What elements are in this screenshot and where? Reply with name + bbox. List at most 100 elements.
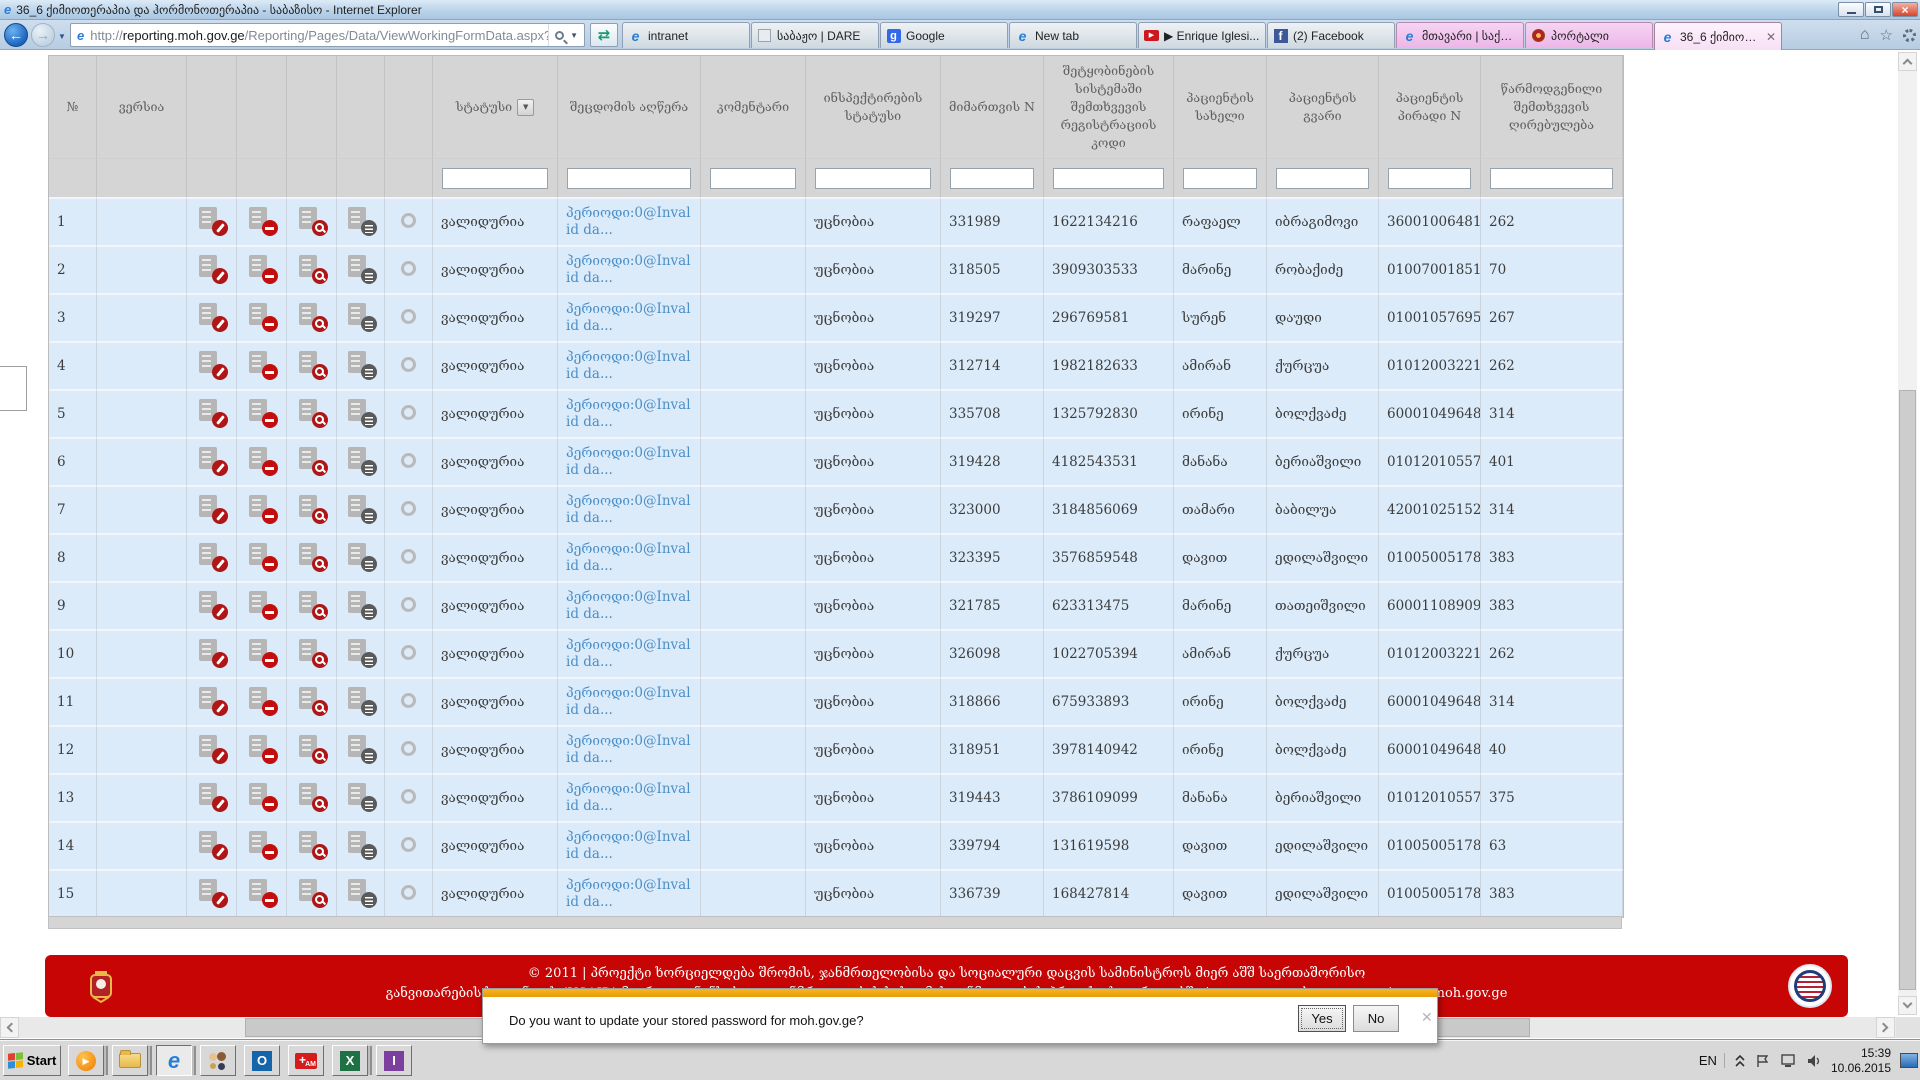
view-record-icon[interactable] xyxy=(299,399,325,425)
edit-record-icon[interactable] xyxy=(199,495,225,521)
status-filter-dropdown-icon[interactable]: ▼ xyxy=(517,99,534,116)
select-row-radio[interactable] xyxy=(401,357,416,372)
select-row-radio[interactable] xyxy=(401,597,416,612)
details-record-icon[interactable] xyxy=(348,447,374,473)
error-description-link[interactable]: პერიოდი:0@Invalid da... xyxy=(566,541,692,575)
tray-expand-chevron-icon[interactable] xyxy=(1734,1055,1746,1067)
minimize-button[interactable] xyxy=(1838,2,1864,17)
error-description-link[interactable]: პერიოდი:0@Invalid da... xyxy=(566,781,692,815)
delete-record-icon[interactable] xyxy=(249,351,275,377)
start-button[interactable]: Start xyxy=(3,1045,61,1076)
edit-record-icon[interactable] xyxy=(199,303,225,329)
details-record-icon[interactable] xyxy=(348,351,374,377)
clock[interactable]: 15:39 10.06.2015 xyxy=(1831,1046,1891,1076)
browser-tab[interactable]: eintranet xyxy=(622,22,750,48)
select-row-radio[interactable] xyxy=(401,789,416,804)
view-record-icon[interactable] xyxy=(299,879,325,905)
taskbar-app-outlook[interactable]: O xyxy=(244,1045,280,1076)
select-row-radio[interactable] xyxy=(401,549,416,564)
error-description-link[interactable]: პერიოდი:0@Invalid da... xyxy=(566,877,692,911)
details-record-icon[interactable] xyxy=(348,831,374,857)
address-bar[interactable]: e http://reporting.moh.gov.ge/Reporting/… xyxy=(70,23,585,47)
delete-record-icon[interactable] xyxy=(249,639,275,665)
edit-record-icon[interactable] xyxy=(199,735,225,761)
details-record-icon[interactable] xyxy=(348,207,374,233)
vertical-scrollbar[interactable] xyxy=(1898,52,1917,1015)
details-record-icon[interactable] xyxy=(348,783,374,809)
tab-close-icon[interactable]: ✕ xyxy=(1766,30,1776,44)
scroll-down-arrow-icon[interactable] xyxy=(1898,996,1917,1015)
edit-record-icon[interactable] xyxy=(199,831,225,857)
address-dropdown-icon[interactable]: ▼ xyxy=(570,31,578,40)
scroll-up-arrow-icon[interactable] xyxy=(1898,52,1917,71)
filter-input-inspection[interactable] xyxy=(815,168,931,189)
error-description-link[interactable]: პერიოდი:0@Invalid da... xyxy=(566,445,692,479)
delete-record-icon[interactable] xyxy=(249,735,275,761)
edit-record-icon[interactable] xyxy=(199,255,225,281)
taskbar-app-media-player[interactable]: ▶ xyxy=(68,1045,104,1076)
select-row-radio[interactable] xyxy=(401,309,416,324)
error-description-link[interactable]: პერიოდი:0@Invalid da... xyxy=(566,685,692,719)
taskbar-app-internet-explorer[interactable]: e xyxy=(156,1045,192,1076)
delete-record-icon[interactable] xyxy=(249,831,275,857)
select-row-radio[interactable] xyxy=(401,741,416,756)
view-record-icon[interactable] xyxy=(299,207,325,233)
view-record-icon[interactable] xyxy=(299,255,325,281)
details-record-icon[interactable] xyxy=(348,879,374,905)
taskbar-app-infopath[interactable]: I xyxy=(376,1045,412,1076)
select-row-radio[interactable] xyxy=(401,837,416,852)
edit-record-icon[interactable] xyxy=(199,879,225,905)
error-description-link[interactable]: პერიოდი:0@Invalid da... xyxy=(566,637,692,671)
delete-record-icon[interactable] xyxy=(249,879,275,905)
taskbar-app-file-explorer[interactable] xyxy=(112,1045,148,1076)
browser-tab[interactable]: gGoogle xyxy=(880,22,1008,48)
select-row-radio[interactable] xyxy=(401,501,416,516)
home-icon[interactable]: ⌂ xyxy=(1860,26,1870,44)
recent-pages-dropdown-icon[interactable]: ▼ xyxy=(58,32,66,41)
edit-record-icon[interactable] xyxy=(199,687,225,713)
details-record-icon[interactable] xyxy=(348,255,374,281)
url-text[interactable]: http://reporting.moh.gov.ge/Reporting/Pa… xyxy=(90,28,548,43)
view-record-icon[interactable] xyxy=(299,447,325,473)
taskbar-app-contacts[interactable] xyxy=(200,1045,236,1076)
view-record-icon[interactable] xyxy=(299,591,325,617)
filter-input-comment[interactable] xyxy=(710,168,796,189)
error-description-link[interactable]: პერიოდი:0@Invalid da... xyxy=(566,205,692,239)
dialog-close-icon[interactable]: ✕ xyxy=(1421,1009,1433,1026)
delete-record-icon[interactable] xyxy=(249,687,275,713)
details-record-icon[interactable] xyxy=(348,543,374,569)
action-center-flag-icon[interactable] xyxy=(1755,1054,1771,1068)
browser-tab[interactable]: საბაჟო | DARE xyxy=(751,22,879,48)
edit-record-icon[interactable] xyxy=(199,351,225,377)
delete-record-icon[interactable] xyxy=(249,399,275,425)
view-record-icon[interactable] xyxy=(299,783,325,809)
back-button[interactable]: ← xyxy=(4,23,28,47)
delete-record-icon[interactable] xyxy=(249,207,275,233)
details-record-icon[interactable] xyxy=(348,495,374,521)
view-record-icon[interactable] xyxy=(299,639,325,665)
details-record-icon[interactable] xyxy=(348,735,374,761)
filter-input-status[interactable] xyxy=(442,168,548,189)
browser-tab[interactable]: e36_6 ქიმიოთე...✕ xyxy=(1654,22,1782,50)
close-button[interactable]: × xyxy=(1892,2,1918,17)
error-description-link[interactable]: პერიოდი:0@Invalid da... xyxy=(566,589,692,623)
scroll-left-arrow-icon[interactable] xyxy=(0,1017,19,1038)
filter-input-error[interactable] xyxy=(567,168,691,189)
details-record-icon[interactable] xyxy=(348,591,374,617)
show-desktop-icon[interactable] xyxy=(1900,1053,1918,1068)
select-row-radio[interactable] xyxy=(401,261,416,276)
edit-record-icon[interactable] xyxy=(199,639,225,665)
taskbar-app-am-folder[interactable]: AM xyxy=(288,1045,324,1076)
view-record-icon[interactable] xyxy=(299,831,325,857)
view-record-icon[interactable] xyxy=(299,735,325,761)
browser-tab[interactable]: eNew tab xyxy=(1009,22,1137,48)
browser-tab[interactable]: პორტალი xyxy=(1525,22,1653,48)
view-record-icon[interactable] xyxy=(299,543,325,569)
view-record-icon[interactable] xyxy=(299,351,325,377)
yes-button[interactable]: Yes xyxy=(1298,1005,1346,1032)
select-row-radio[interactable] xyxy=(401,885,416,900)
error-description-link[interactable]: პერიოდი:0@Invalid da... xyxy=(566,733,692,767)
error-description-link[interactable]: პერიოდი:0@Invalid da... xyxy=(566,349,692,383)
filter-input-reg_code[interactable] xyxy=(1053,168,1164,189)
refresh-button[interactable]: ⇄ xyxy=(590,23,618,47)
